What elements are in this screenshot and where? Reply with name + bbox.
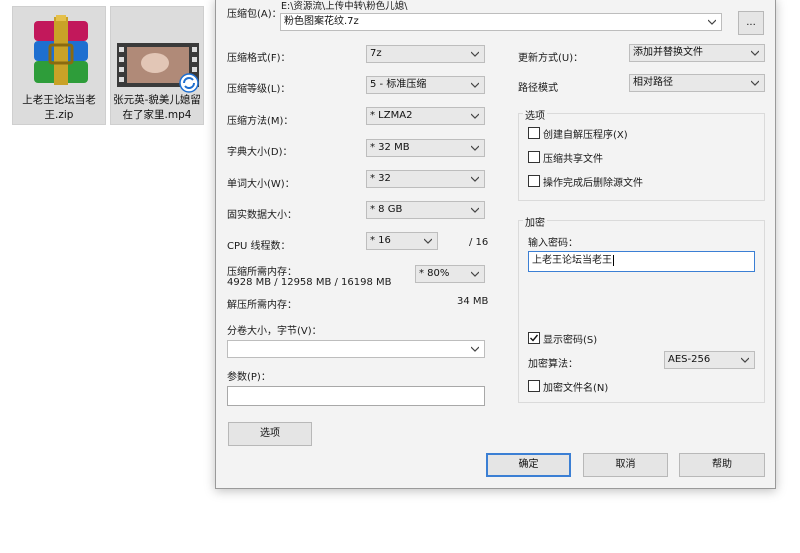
- cancel-button[interactable]: 取消: [583, 453, 668, 477]
- chevron-down-icon: [471, 207, 479, 213]
- mem-compress-value: * 80%: [419, 268, 450, 279]
- update-mode-select[interactable]: 添加并替换文件: [629, 44, 765, 62]
- mem-compress-label: 压缩所需内存：: [227, 267, 297, 278]
- params-label: 参数(P)：: [227, 372, 271, 383]
- chevron-down-icon: [424, 238, 432, 244]
- shared-files-label: 压缩共享文件: [543, 153, 603, 165]
- encrypt-names-label: 加密文件名(N): [543, 382, 609, 394]
- delete-source-checkbox[interactable]: 操作完成后删除源文件: [528, 174, 643, 189]
- options-group-title: 选项: [523, 107, 547, 122]
- chevron-down-icon: [471, 82, 479, 88]
- password-value: 上老王论坛当老王: [532, 255, 612, 266]
- check-icon: [530, 334, 539, 342]
- cpu-label: CPU 线程数：: [227, 241, 291, 252]
- chevron-down-icon: [471, 271, 479, 277]
- dict-value: * 32 MB: [370, 142, 410, 153]
- mem-compress-detail: 4928 MB / 12958 MB / 16198 MB: [227, 277, 392, 288]
- word-select[interactable]: * 32: [366, 170, 485, 188]
- chevron-down-icon: [471, 113, 479, 119]
- archive-filename-combo[interactable]: 粉色图案花纹.7z: [280, 13, 722, 31]
- encryption-group: 加密 输入密码： 上老王论坛当老王 显示密码(S) 加密算法： AES-256 …: [518, 214, 765, 403]
- volume-select[interactable]: [227, 340, 485, 358]
- mem-compress-select[interactable]: * 80%: [415, 265, 485, 283]
- solid-label: 固实数据大小：: [227, 210, 297, 221]
- level-value: 5 - 标准压缩: [370, 79, 427, 90]
- chevron-down-icon: [471, 176, 479, 182]
- checkbox-box: [528, 380, 540, 392]
- chevron-down-icon: [741, 357, 749, 363]
- checkbox-box: [528, 332, 540, 344]
- format-value: 7z: [370, 48, 382, 59]
- format-select[interactable]: 7z: [366, 45, 485, 63]
- solid-select[interactable]: * 8 GB: [366, 201, 485, 219]
- update-mode-value: 添加并替换文件: [633, 47, 703, 58]
- solid-value: * 8 GB: [370, 204, 403, 215]
- show-password-checkbox[interactable]: 显示密码(S): [528, 331, 598, 346]
- desktop-icon-label: 上老王论坛当老王.zip: [22, 94, 96, 121]
- encryption-group-title: 加密: [523, 214, 547, 229]
- update-mode-label: 更新方式(U)：: [518, 53, 584, 64]
- format-label: 压缩格式(F)：: [227, 53, 291, 64]
- volume-label: 分卷大小，字节(V)：: [227, 326, 322, 337]
- options-group: 选项 创建自解压程序(X) 压缩共享文件 操作完成后删除源文件: [518, 107, 765, 201]
- chevron-down-icon: [751, 50, 759, 56]
- chevron-down-icon: [471, 145, 479, 151]
- desktop-icon-zip[interactable]: 上老王论坛当老王.zip: [12, 6, 106, 125]
- method-value: * LZMA2: [370, 110, 413, 121]
- text-caret: [613, 254, 614, 266]
- checkbox-box: [528, 151, 540, 163]
- word-value: * 32: [370, 173, 391, 184]
- dict-select[interactable]: * 32 MB: [366, 139, 485, 157]
- chevron-down-icon: [471, 51, 479, 57]
- checkbox-box: [528, 127, 540, 139]
- desktop-icon-video[interactable]: 张元英-貌美儿媳留在了家里.mp4: [110, 6, 204, 125]
- path-mode-value: 相对路径: [633, 77, 673, 88]
- word-label: 单词大小(W)：: [227, 179, 295, 190]
- mem-decompress-value: 34 MB: [457, 296, 489, 307]
- encrypt-names-checkbox[interactable]: 加密文件名(N): [528, 379, 609, 394]
- password-label: 输入密码：: [528, 238, 578, 249]
- sfx-label: 创建自解压程序(X): [543, 129, 628, 141]
- encryption-method-value: AES-256: [668, 354, 711, 365]
- archive-label: 压缩包(A)：: [227, 9, 282, 20]
- cpu-value: * 16: [370, 235, 391, 246]
- chevron-down-icon: [708, 19, 716, 25]
- options-button[interactable]: 选项: [228, 422, 312, 446]
- cpu-select[interactable]: * 16: [366, 232, 438, 250]
- cpu-total: / 16: [469, 237, 489, 248]
- winrar-archive-icon: [30, 15, 92, 87]
- shared-files-checkbox[interactable]: 压缩共享文件: [528, 150, 603, 165]
- browse-button[interactable]: ...: [738, 11, 764, 35]
- desktop-icon-label: 张元英-貌美儿媳留在了家里.mp4: [113, 94, 201, 121]
- chevron-down-icon: [751, 80, 759, 86]
- mem-decompress-label: 解压所需内存：: [227, 300, 297, 311]
- archive-filename: 粉色图案花纹.7z: [284, 16, 359, 27]
- archive-settings-dialog: 压缩包(A)： E:\资源流\上传中转\粉色儿媳\ 粉色图案花纹.7z ... …: [215, 0, 776, 489]
- encryption-method-select[interactable]: AES-256: [664, 351, 755, 369]
- sfx-checkbox[interactable]: 创建自解压程序(X): [528, 126, 628, 141]
- checkbox-box: [528, 175, 540, 187]
- password-input[interactable]: 上老王论坛当老王: [528, 251, 755, 272]
- params-input[interactable]: [227, 386, 485, 406]
- path-mode-select[interactable]: 相对路径: [629, 74, 765, 92]
- show-password-label: 显示密码(S): [543, 334, 598, 346]
- archive-path: E:\资源流\上传中转\粉色儿媳\: [281, 1, 408, 12]
- chevron-down-icon: [471, 346, 479, 352]
- ok-button[interactable]: 确定: [486, 453, 571, 477]
- help-button[interactable]: 帮助: [679, 453, 765, 477]
- level-label: 压缩等级(L)：: [227, 84, 291, 95]
- method-label: 压缩方法(M)：: [227, 116, 294, 127]
- path-mode-label: 路径模式: [518, 83, 558, 94]
- level-select[interactable]: 5 - 标准压缩: [366, 76, 485, 94]
- dict-label: 字典大小(D)：: [227, 147, 293, 158]
- encryption-method-label: 加密算法：: [528, 359, 578, 370]
- delete-source-label: 操作完成后删除源文件: [543, 177, 643, 189]
- method-select[interactable]: * LZMA2: [366, 107, 485, 125]
